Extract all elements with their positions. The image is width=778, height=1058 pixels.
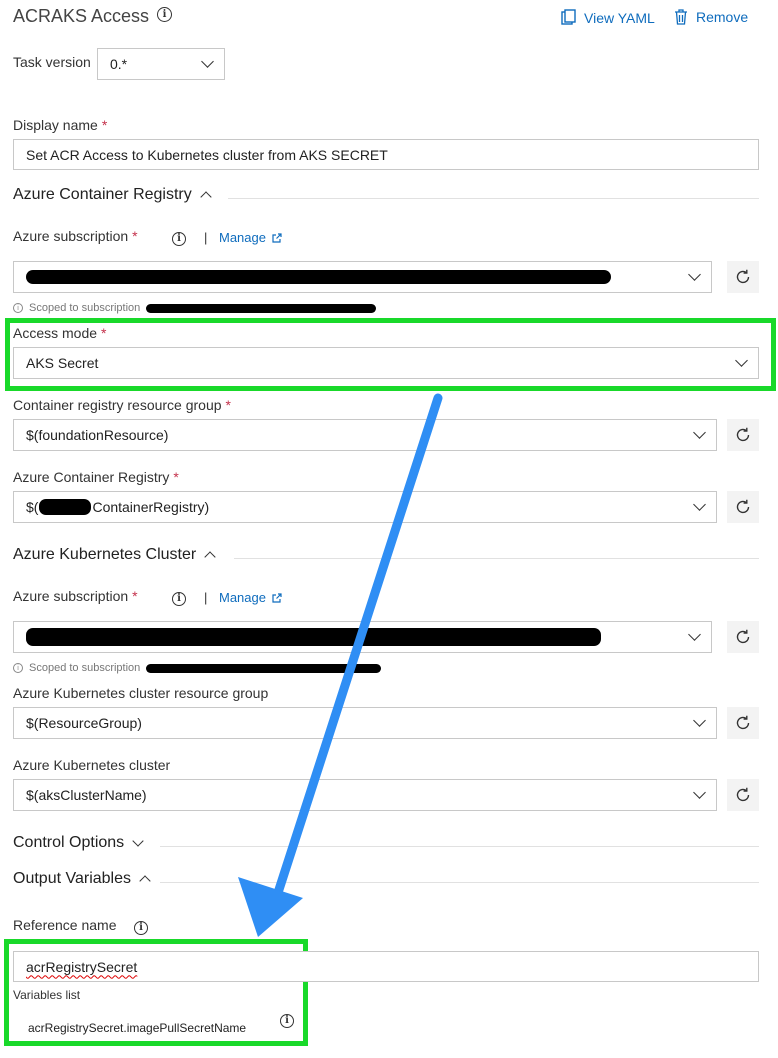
registry-rg-refresh-button[interactable] bbox=[727, 419, 759, 451]
view-yaml-label: View YAML bbox=[584, 9, 655, 26]
aks-rg-label: Azure Kubernetes cluster resource group bbox=[13, 685, 269, 701]
info-icon[interactable]: i bbox=[280, 1014, 294, 1028]
aks-cluster-refresh-button[interactable] bbox=[727, 779, 759, 811]
reference-name-value: acrRegistrySecret bbox=[26, 958, 138, 975]
chevron-up-icon bbox=[139, 875, 151, 887]
chevron-down-icon bbox=[693, 714, 706, 727]
access-mode-label: Access mode * bbox=[13, 325, 107, 341]
task-version-value: 0.* bbox=[110, 56, 128, 72]
chevron-up-icon bbox=[204, 551, 216, 563]
aks-subscription-select[interactable] bbox=[13, 621, 712, 653]
remove-button[interactable]: Remove bbox=[674, 9, 748, 25]
variables-list-label: Variables list bbox=[13, 988, 81, 1002]
display-name-label: Display name * bbox=[13, 117, 108, 133]
redacted-value bbox=[26, 628, 601, 646]
refresh-icon bbox=[736, 787, 750, 802]
refresh-icon bbox=[736, 715, 750, 730]
aks-cluster-value: $(aksClusterName) bbox=[26, 787, 147, 803]
aks-rg-refresh-button[interactable] bbox=[727, 707, 759, 739]
remove-label: Remove bbox=[696, 9, 749, 25]
section-divider bbox=[160, 846, 759, 847]
arrow-head bbox=[238, 877, 303, 937]
refresh-icon bbox=[736, 629, 750, 644]
registry-refresh-button[interactable] bbox=[727, 491, 759, 523]
refresh-icon bbox=[736, 499, 750, 514]
acr-manage-link[interactable]: Manage bbox=[219, 230, 282, 245]
chevron-down-icon bbox=[201, 55, 214, 68]
separator: | bbox=[204, 590, 208, 605]
display-name-value: Set ACR Access to Kubernetes cluster fro… bbox=[26, 146, 388, 163]
registry-select[interactable]: $( ContainerRegistry) bbox=[13, 491, 717, 523]
task-title: ACRAKS Access bbox=[13, 6, 150, 26]
display-name-input[interactable]: Set ACR Access to Kubernetes cluster fro… bbox=[13, 139, 759, 170]
registry-value: $( ContainerRegistry) bbox=[26, 499, 210, 515]
separator: | bbox=[204, 230, 208, 245]
aks-rg-value: $(ResourceGroup) bbox=[26, 715, 142, 731]
aks-subscription-label: Azure subscription * bbox=[13, 588, 138, 604]
registry-rg-select[interactable]: $(foundationResource) bbox=[13, 419, 717, 451]
chevron-down-icon bbox=[693, 498, 706, 511]
section-divider bbox=[228, 198, 759, 199]
info-icon: i bbox=[13, 303, 23, 313]
registry-label: Azure Container Registry * bbox=[13, 469, 179, 485]
trash-icon bbox=[675, 9, 687, 25]
task-version-select[interactable]: 0.* bbox=[97, 48, 225, 80]
control-options-toggle[interactable]: Control Options bbox=[13, 834, 144, 852]
redacted-value bbox=[39, 499, 92, 515]
external-link-icon bbox=[272, 232, 282, 243]
control-options-title: Control Options bbox=[13, 834, 125, 851]
chevron-down-icon bbox=[688, 628, 701, 641]
output-variables-toggle[interactable]: Output Variables bbox=[13, 870, 151, 888]
redacted-value bbox=[26, 270, 611, 284]
reference-name-label: Reference name bbox=[13, 917, 117, 933]
chevron-down-icon bbox=[693, 426, 706, 439]
aks-scope-note: i Scoped to subscription bbox=[13, 662, 382, 674]
clipboard-icon bbox=[561, 9, 576, 25]
redacted-value bbox=[146, 303, 377, 313]
task-version-label: Task version bbox=[13, 54, 91, 70]
redacted-value bbox=[146, 663, 382, 673]
chevron-up-icon bbox=[200, 191, 212, 203]
aks-cluster-select[interactable]: $(aksClusterName) bbox=[13, 779, 717, 811]
refresh-icon bbox=[736, 427, 750, 442]
acr-section-toggle[interactable]: Azure Container Registry bbox=[13, 186, 212, 204]
section-divider bbox=[160, 882, 759, 883]
acr-scope-note: i Scoped to subscription bbox=[13, 302, 377, 314]
registry-rg-label: Container registry resource group * bbox=[13, 397, 231, 413]
aks-section-toggle[interactable]: Azure Kubernetes Cluster bbox=[13, 546, 216, 564]
acr-section-title: Azure Container Registry bbox=[13, 186, 192, 203]
info-icon: i bbox=[13, 663, 23, 673]
access-mode-select[interactable]: AKS Secret bbox=[13, 347, 759, 379]
output-variables-title: Output Variables bbox=[13, 870, 131, 887]
chevron-down-icon bbox=[132, 835, 144, 847]
aks-subscription-refresh-button[interactable] bbox=[727, 621, 759, 653]
access-mode-value: AKS Secret bbox=[26, 355, 99, 371]
aks-section-title: Azure Kubernetes Cluster bbox=[13, 546, 197, 563]
acr-subscription-select[interactable] bbox=[13, 261, 712, 293]
chevron-down-icon bbox=[735, 354, 748, 367]
variable-item: acrRegistrySecret.imagePullSecretName bbox=[28, 1021, 247, 1035]
section-divider bbox=[234, 558, 759, 559]
info-icon[interactable]: i bbox=[172, 592, 186, 606]
aks-cluster-label: Azure Kubernetes cluster bbox=[13, 757, 171, 773]
info-icon[interactable]: i bbox=[134, 921, 148, 935]
info-icon[interactable]: i bbox=[157, 7, 172, 22]
view-yaml-button[interactable]: View YAML bbox=[560, 9, 655, 26]
refresh-icon bbox=[736, 269, 750, 284]
external-link-icon bbox=[272, 592, 282, 603]
registry-rg-value: $(foundationResource) bbox=[26, 427, 169, 443]
reference-name-input[interactable]: acrRegistrySecret bbox=[13, 951, 759, 982]
acr-subscription-refresh-button[interactable] bbox=[727, 261, 759, 293]
chevron-down-icon bbox=[693, 786, 706, 799]
aks-manage-link[interactable]: Manage bbox=[219, 590, 282, 605]
acr-subscription-label: Azure subscription * bbox=[13, 228, 138, 244]
info-icon[interactable]: i bbox=[172, 232, 186, 246]
aks-rg-select[interactable]: $(ResourceGroup) bbox=[13, 707, 717, 739]
chevron-down-icon bbox=[688, 268, 701, 281]
